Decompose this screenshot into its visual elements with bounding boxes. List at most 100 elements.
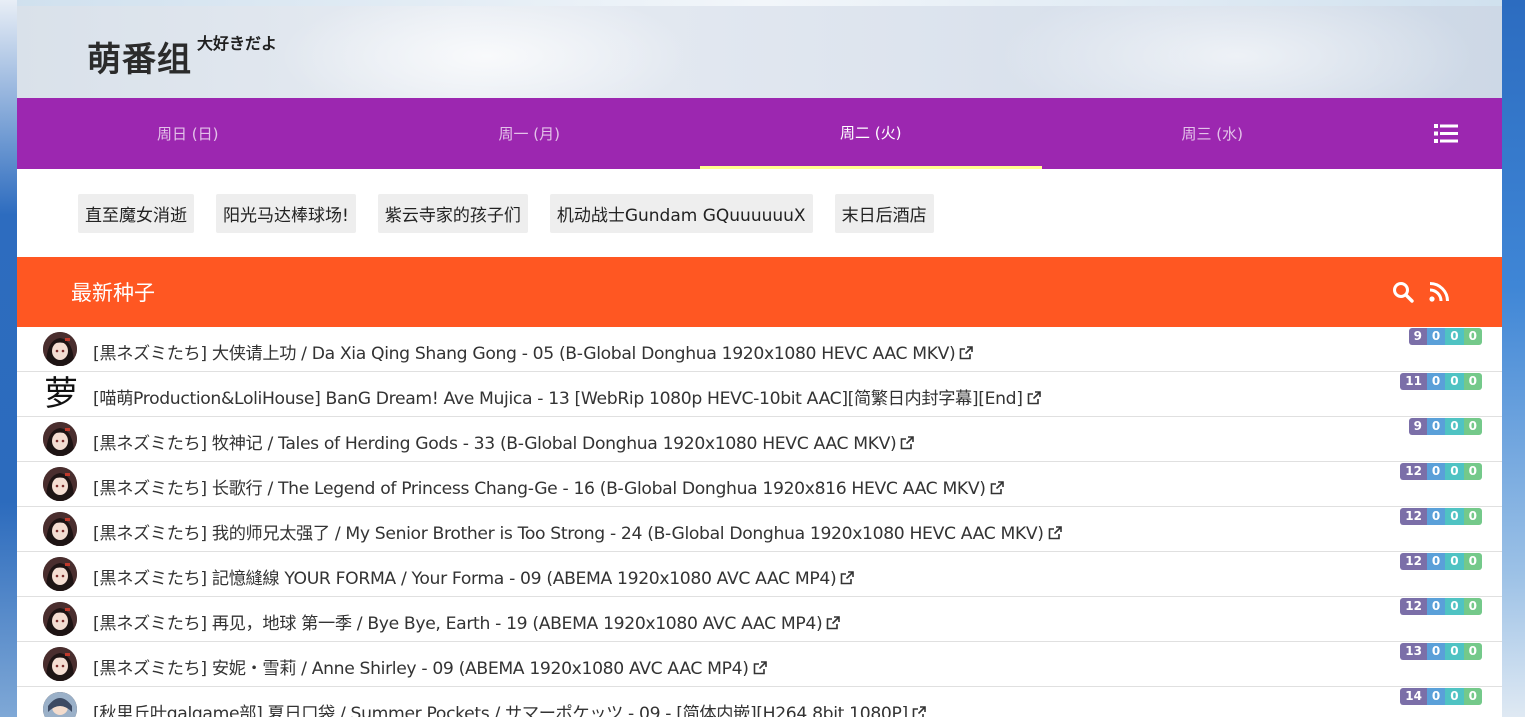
tab-tuesday[interactable]: 周二 (火) [700, 98, 1042, 169]
page-container: 萌番组 大好きだよ 周日 (日) 周一 (月) 周二 (火) 周三 (水) 直至… [17, 6, 1502, 717]
background-right [1502, 0, 1525, 717]
size-badge: 11 [1400, 373, 1427, 390]
seeders-badge: 0 [1426, 598, 1446, 615]
seeders-badge: 0 [1426, 418, 1446, 435]
torrent-row: [黒ネズミたち] 我的师兄太强了 / My Senior Brother is … [17, 507, 1502, 552]
torrent-row: [黒ネズミたち] 牧神记 / Tales of Herding Gods - 3… [17, 417, 1502, 462]
header-cloud [277, 6, 697, 98]
leechers-badge: 0 [1445, 643, 1464, 660]
torrent-title-text: [黒ネズミたち] 記憶縫線 YOUR FORMA / Your Forma - … [93, 569, 837, 589]
torrent-title-link[interactable]: [喵萌Production&LoliHouse] BanG Dream! Ave… [93, 384, 1041, 409]
seeders-badge: 0 [1426, 328, 1446, 345]
external-link-icon[interactable] [826, 616, 841, 630]
bangumi-chip-list: 直至魔女消逝 阳光马达棒球场! 紫云寺家的孩子们 机动战士Gundam GQuu… [17, 169, 1502, 257]
torrent-title-text: [喵萌Production&LoliHouse] BanG Dream! Ave… [93, 389, 1023, 409]
size-badge: 13 [1400, 643, 1427, 660]
torrent-stats-badges: 13 0 0 0 [1400, 643, 1482, 660]
torrent-row: [秋里丘叶galgame部] 夏日口袋 / Summer Pockets / サ… [17, 687, 1502, 717]
list-icon[interactable] [1434, 124, 1458, 143]
seeders-badge: 0 [1426, 508, 1446, 525]
external-link-icon[interactable] [753, 661, 767, 675]
search-icon[interactable] [1392, 281, 1414, 303]
bangumi-chip[interactable]: 阳光马达棒球场! [216, 193, 356, 233]
tab-wednesday[interactable]: 周三 (水) [1042, 98, 1384, 169]
external-link-icon[interactable] [990, 481, 1004, 495]
torrent-title-text: [黒ネズミたち] 安妮・雪莉 / Anne Shirley - 09 (ABEM… [93, 659, 749, 679]
torrent-title-link[interactable]: [秋里丘叶galgame部] 夏日口袋 / Summer Pockets / サ… [93, 699, 926, 717]
size-badge: 12 [1400, 553, 1427, 570]
avatar [43, 512, 77, 546]
size-badge: 12 [1400, 463, 1427, 480]
avatar [43, 467, 77, 501]
torrent-title-link[interactable]: [黒ネズミたち] 长歌行 / The Legend of Princess Ch… [93, 474, 1004, 499]
seeders-badge: 0 [1426, 553, 1446, 570]
avatar [43, 557, 77, 591]
leechers-badge: 0 [1445, 463, 1464, 480]
rss-icon[interactable] [1428, 281, 1450, 303]
site-logo-subtitle: 大好きだよ [197, 34, 278, 53]
latest-torrents-title: 最新种子 [71, 281, 155, 305]
completed-badge: 0 [1463, 418, 1482, 435]
avatar [43, 692, 77, 717]
torrent-title-link[interactable]: [黒ネズミたち] 大侠请上功 / Da Xia Qing Shang Gong … [93, 339, 974, 364]
torrent-stats-badges: 12 0 0 0 [1400, 598, 1482, 615]
completed-badge: 0 [1463, 328, 1482, 345]
weekday-nav: 周日 (日) 周一 (月) 周二 (火) 周三 (水) [17, 98, 1502, 169]
torrent-list: [黒ネズミたち] 大侠请上功 / Da Xia Qing Shang Gong … [17, 327, 1502, 717]
external-link-icon[interactable] [1027, 391, 1041, 405]
torrent-title-text: [黒ネズミたち] 我的师兄太强了 / My Senior Brother is … [93, 524, 1044, 544]
seeders-badge: 0 [1426, 643, 1446, 660]
torrent-title-link[interactable]: [黒ネズミたち] 記憶縫線 YOUR FORMA / Your Forma - … [93, 564, 855, 589]
torrent-title-text: [秋里丘叶galgame部] 夏日口袋 / Summer Pockets / サ… [93, 704, 908, 717]
torrent-row: [黒ネズミたち] 記憶縫線 YOUR FORMA / Your Forma - … [17, 552, 1502, 597]
torrent-stats-badges: 14 0 0 0 [1400, 688, 1482, 705]
leechers-badge: 0 [1445, 598, 1464, 615]
background-left [0, 0, 17, 717]
torrent-stats-badges: 9 0 0 0 [1408, 418, 1482, 435]
external-link-icon[interactable] [840, 571, 855, 585]
bangumi-chip[interactable]: 直至魔女消逝 [78, 193, 194, 233]
avatar [43, 332, 77, 366]
avatar [43, 602, 77, 636]
torrent-title-text: [黒ネズミたち] 大侠请上功 / Da Xia Qing Shang Gong … [93, 344, 956, 364]
external-link-icon[interactable] [900, 436, 915, 450]
torrent-title-text: [黒ネズミたち] 长歌行 / The Legend of Princess Ch… [93, 479, 986, 499]
external-link-icon[interactable] [959, 346, 974, 360]
completed-badge: 0 [1463, 598, 1482, 615]
size-badge: 12 [1400, 508, 1427, 525]
torrent-title-text: [黒ネズミたち] 牧神记 / Tales of Herding Gods - 3… [93, 434, 897, 454]
size-badge: 14 [1400, 688, 1427, 705]
completed-badge: 0 [1463, 643, 1482, 660]
completed-badge: 0 [1463, 688, 1482, 705]
size-badge: 9 [1408, 328, 1427, 345]
leechers-badge: 0 [1445, 553, 1464, 570]
bangumi-chip[interactable]: 紫云寺家的孩子们 [377, 193, 528, 233]
site-logo[interactable]: 萌番组 [87, 32, 192, 81]
seeders-badge: 0 [1426, 373, 1446, 390]
avatar [43, 647, 77, 681]
torrent-row: [黒ネズミたち] 大侠请上功 / Da Xia Qing Shang Gong … [17, 327, 1502, 372]
torrent-row: 萝 [喵萌Production&LoliHouse] BanG Dream! A… [17, 372, 1502, 417]
header-cloud [997, 6, 1477, 98]
torrent-title-link[interactable]: [黒ネズミたち] 再见，地球 第一季 / Bye Bye, Earth - 19… [93, 609, 841, 634]
bangumi-chip[interactable]: 末日后酒店 [834, 193, 934, 233]
seeders-badge: 0 [1426, 688, 1446, 705]
torrent-row: [黒ネズミたち] 再见，地球 第一季 / Bye Bye, Earth - 19… [17, 597, 1502, 642]
leechers-badge: 0 [1445, 418, 1464, 435]
completed-badge: 0 [1463, 553, 1482, 570]
bangumi-chip[interactable]: 机动战士Gundam GQuuuuuuX [549, 193, 813, 233]
torrent-stats-badges: 9 0 0 0 [1408, 328, 1482, 345]
seeders-badge: 0 [1426, 463, 1446, 480]
external-link-icon[interactable] [1048, 526, 1062, 540]
torrent-row: [黒ネズミたち] 长歌行 / The Legend of Princess Ch… [17, 462, 1502, 507]
torrent-title-link[interactable]: [黒ネズミたち] 安妮・雪莉 / Anne Shirley - 09 (ABEM… [93, 654, 767, 679]
torrent-title-link[interactable]: [黒ネズミたち] 我的师兄太强了 / My Senior Brother is … [93, 519, 1062, 544]
external-link-icon[interactable] [912, 706, 926, 717]
tab-monday[interactable]: 周一 (月) [359, 98, 701, 169]
completed-badge: 0 [1463, 508, 1482, 525]
torrent-title-link[interactable]: [黒ネズミたち] 牧神记 / Tales of Herding Gods - 3… [93, 429, 915, 454]
completed-badge: 0 [1463, 373, 1482, 390]
torrent-row: [黒ネズミたち] 安妮・雪莉 / Anne Shirley - 09 (ABEM… [17, 642, 1502, 687]
tab-sunday[interactable]: 周日 (日) [17, 98, 359, 169]
avatar [43, 422, 77, 456]
